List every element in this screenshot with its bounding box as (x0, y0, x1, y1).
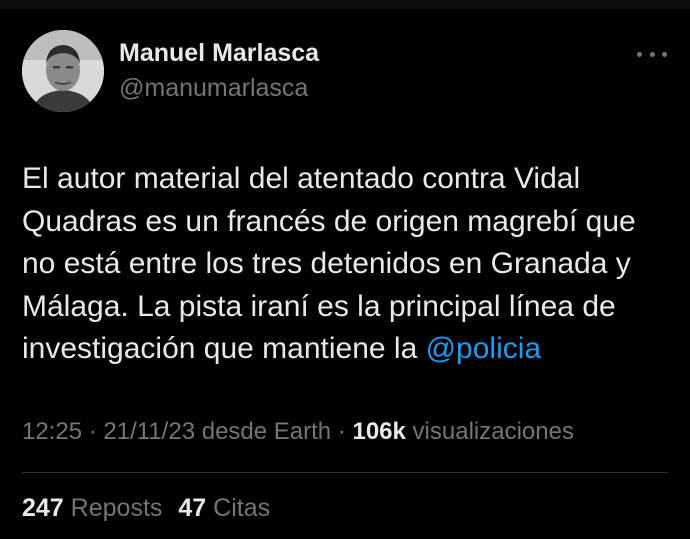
engagement-stats: 247 Reposts 47 Citas (22, 494, 270, 523)
tweet-meta: 12:25 · 21/11/23 desde Earth · 106k visu… (22, 418, 574, 446)
author-display-name[interactable]: Manuel Marlasca (119, 39, 319, 68)
top-edge (0, 0, 690, 9)
tweet-date[interactable]: 21/11/23 (103, 418, 195, 445)
views-label[interactable]: visualizaciones (413, 418, 574, 445)
tweet-source: desde Earth (201, 418, 332, 445)
tweet-time[interactable]: 12:25 (22, 418, 82, 445)
author-handle[interactable]: @manumarlasca (119, 74, 308, 103)
tweet-body: El autor material del atentado contra Vi… (22, 162, 636, 365)
quotes-label[interactable]: Citas (213, 494, 270, 522)
reposts-count[interactable]: 247 (22, 494, 64, 522)
avatar-image (22, 30, 104, 112)
more-dot (649, 51, 655, 57)
reposts-label[interactable]: Reposts (71, 494, 163, 522)
avatar[interactable] (22, 30, 104, 112)
more-dot (637, 51, 642, 57)
more-dot (662, 51, 667, 57)
more-horizontal-icon[interactable] (637, 46, 667, 62)
quotes-count[interactable]: 47 (178, 494, 206, 522)
divider (22, 472, 668, 473)
views-count[interactable]: 106k (352, 418, 405, 445)
mention-link[interactable]: @policia (426, 332, 542, 365)
tweet-text: El autor material del atentado contra Vi… (22, 158, 672, 371)
meta-separator: · (88, 418, 97, 445)
meta-separator: · (337, 418, 346, 445)
